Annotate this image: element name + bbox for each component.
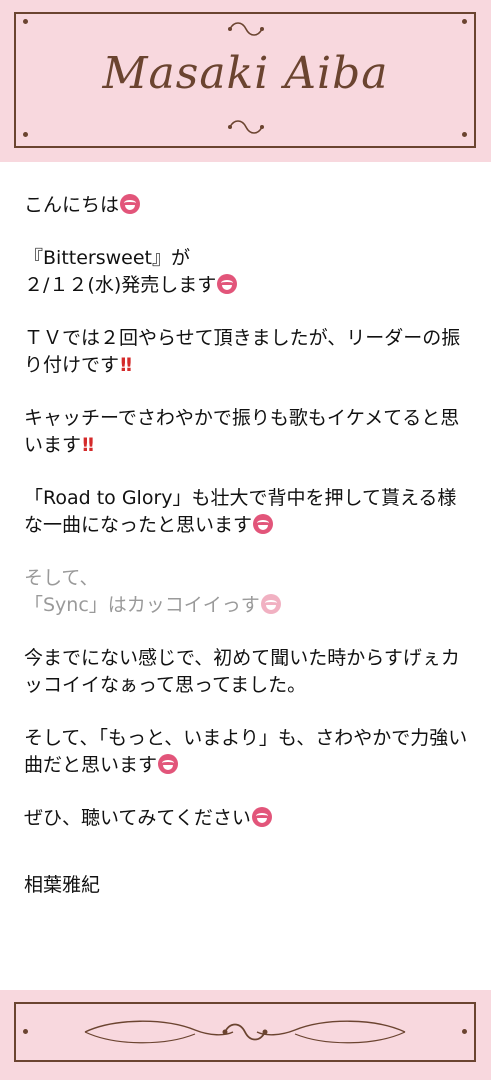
grinning-face-icon — [253, 514, 274, 534]
sync-text-line2: 「Sync」はカッコイイっす — [24, 594, 260, 616]
release-text-line1: 『Bittersweet』が — [24, 247, 190, 269]
message-paragraph: 「Road to Glory」も壮大で背中を押して貰える様な一曲になったと思いま… — [24, 485, 474, 539]
corner-dot — [462, 1029, 467, 1034]
flourish-ornament-icon — [228, 120, 264, 134]
message-paragraph: 『Bittersweet』が ２/１２(水)発売します — [24, 245, 474, 299]
footer-banner — [0, 990, 491, 1080]
message-paragraph: キャッチーでさわやかで振りも歌もイケメてると思います!! — [24, 405, 474, 459]
corner-dot — [23, 19, 28, 24]
grinning-face-icon — [260, 594, 281, 614]
corner-dot — [23, 1029, 28, 1034]
message-paragraph: こんにちは — [24, 192, 474, 219]
please-listen-text: ぜひ、聴いてみてください — [24, 807, 251, 829]
sync-text-line1: そして、 — [24, 567, 99, 589]
message-paragraph: 今までにない感じで、初めて聞いた時からすげぇカッコイイなぁって思ってました。 — [24, 645, 474, 699]
release-text-line2: ２/１２(水)発売します — [24, 274, 217, 296]
header-banner: Masaki Aiba — [0, 0, 491, 162]
flourish-ornament-icon — [228, 22, 264, 36]
corner-dot — [23, 132, 28, 137]
message-paragraph: ぜひ、聴いてみてください — [24, 805, 474, 832]
message-body: こんにちは 『Bittersweet』が ２/１２(水)発売します ＴＶでは２回… — [24, 192, 474, 925]
motto-imayori-text: そして、「もっと、いまより」も、さわやかで力強い曲だと思います — [24, 727, 468, 776]
tv-text: ＴＶでは２回やらせて頂きましたが、リーダーの振り付けです — [24, 327, 461, 376]
message-paragraph: ＴＶでは２回やらせて頂きましたが、リーダーの振り付けです!! — [24, 325, 474, 379]
flourish-ornament-icon — [84, 1020, 406, 1044]
signature: 相葉雅紀 — [24, 874, 101, 896]
message-paragraph: そして、 「Sync」はカッコイイっす — [24, 565, 474, 619]
grinning-face-icon — [158, 754, 179, 774]
double-exclamation-icon: !! — [119, 354, 133, 376]
grinning-face-icon — [120, 194, 141, 214]
corner-dot — [462, 132, 467, 137]
grinning-face-icon — [251, 807, 272, 827]
double-exclamation-icon: !! — [81, 434, 95, 456]
corner-dot — [462, 19, 467, 24]
message-paragraph: そして、「もっと、いまより」も、さわやかで力強い曲だと思います — [24, 725, 474, 779]
first-listen-text: 今までにない感じで、初めて聞いた時からすげぇカッコイイなぁって思ってました。 — [24, 647, 460, 696]
greeting-text: こんにちは — [24, 194, 120, 216]
road-to-glory-text: 「Road to Glory」も壮大で背中を押して貰える様な一曲になったと思いま… — [24, 487, 457, 536]
header-title: Masaki Aiba — [102, 48, 389, 99]
grinning-face-icon — [217, 274, 238, 294]
